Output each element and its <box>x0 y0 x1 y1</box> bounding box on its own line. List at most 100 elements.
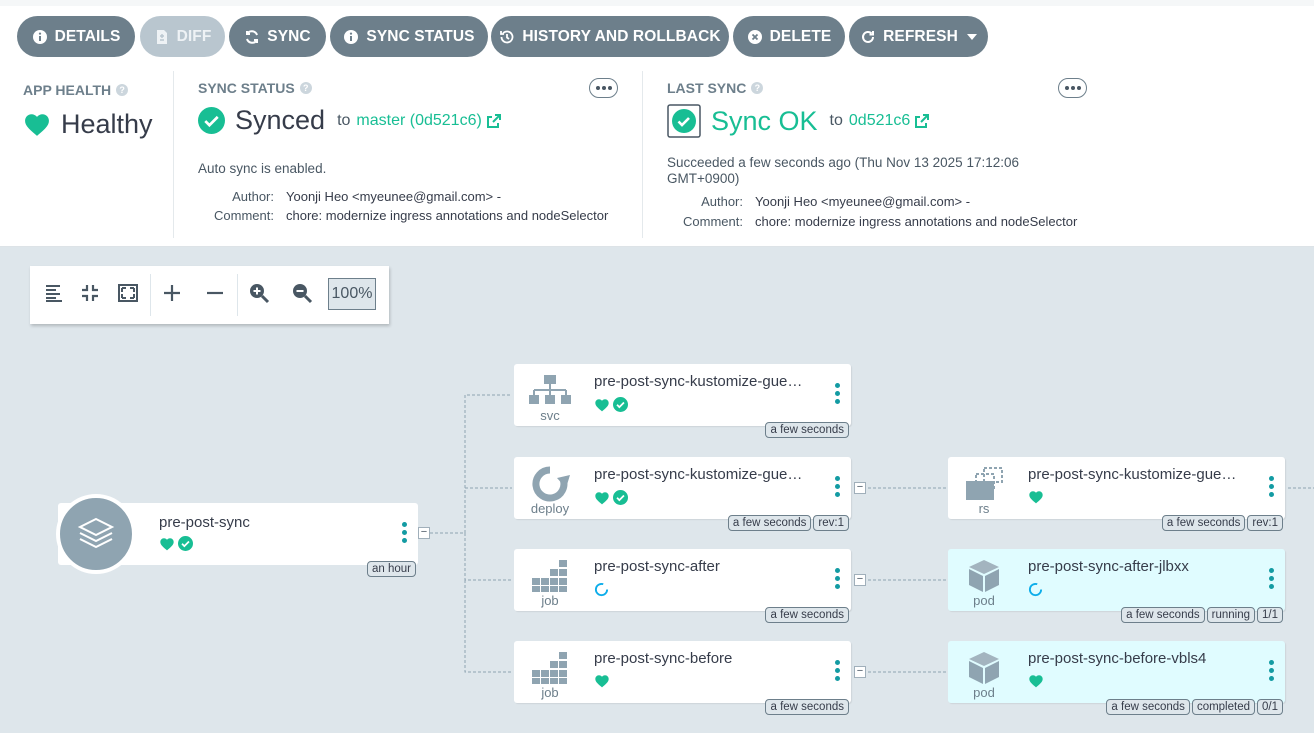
diff-button[interactable]: DIFF <box>140 16 225 57</box>
node-tags: an hour <box>366 561 416 577</box>
node-tags: a few seconds <box>765 607 849 623</box>
node-icon: job <box>514 641 586 703</box>
revision-tag: rev:1 <box>813 515 849 531</box>
node-menu-icon[interactable] <box>1268 660 1274 681</box>
app-health-title: APP HEALTH ? <box>23 82 129 98</box>
node-icon: pod <box>948 641 1020 703</box>
node-menu-icon[interactable] <box>401 522 407 543</box>
resource-node-job-before[interactable]: job pre-post-sync-before a few seconds − <box>514 641 866 715</box>
sync-label: SYNC <box>267 27 311 45</box>
health-text: Healthy <box>61 109 153 139</box>
node-icon: svc <box>514 364 586 426</box>
check-circle-icon <box>198 107 225 134</box>
align-left-icon[interactable] <box>42 281 66 305</box>
age-tag: an hour <box>366 561 416 577</box>
node-icon: deploy <box>514 457 586 519</box>
help-icon[interactable]: ? <box>299 82 312 94</box>
state-tag: running <box>1206 607 1255 623</box>
help-icon[interactable]: ? <box>751 82 764 94</box>
node-menu-icon[interactable] <box>1268 568 1274 589</box>
node-menu-icon[interactable] <box>834 476 840 497</box>
collapse-icon[interactable]: − <box>854 666 866 678</box>
node-tags: a few seconds rev:1 <box>727 515 849 531</box>
file-diff-icon <box>156 29 167 44</box>
resource-node-pod-before[interactable]: pod pre-post-sync-before-vbls4 a few sec… <box>948 641 1285 715</box>
heart-icon <box>1029 675 1043 688</box>
help-icon[interactable]: ? <box>116 84 129 96</box>
node-tags: a few seconds <box>765 422 849 438</box>
sync-status-button[interactable]: SYNC STATUS <box>330 16 488 57</box>
comment-label: Comment: <box>214 208 274 223</box>
divider <box>642 71 643 238</box>
progressing-icon <box>594 582 609 597</box>
resource-node-pod-after[interactable]: pod pre-post-sync-after-jlbxx a few seco… <box>948 549 1285 623</box>
app-health-value: Healthy <box>23 109 153 140</box>
resource-node-rs[interactable]: rs pre-post-sync-kustomize-gue… a few se… <box>948 457 1285 531</box>
revision-link[interactable]: 0d521c6 <box>849 112 910 130</box>
collapse-icon[interactable]: − <box>854 574 866 586</box>
history-rollback-button[interactable]: HISTORY AND ROLLBACK <box>491 16 729 57</box>
refresh-label: REFRESH <box>883 27 958 45</box>
divider <box>173 71 174 238</box>
compress-icon[interactable] <box>78 281 102 305</box>
history-icon <box>500 30 514 43</box>
external-link-icon[interactable] <box>914 113 930 129</box>
job-grid-icon <box>532 652 567 684</box>
network-icon <box>529 375 571 404</box>
heart-icon <box>595 675 609 688</box>
author-label: Author: <box>232 189 274 204</box>
node-icon: pod <box>948 549 1020 611</box>
revision-link[interactable]: master (0d521c6) <box>356 112 481 130</box>
node-menu-icon[interactable] <box>834 660 840 681</box>
author-label: Author: <box>701 194 743 209</box>
node-name: pre-post-sync-kustomize-gue… <box>1028 466 1237 483</box>
layers-icon <box>77 517 115 549</box>
node-status <box>1028 582 1043 597</box>
age-tag: a few seconds <box>765 699 849 715</box>
app-icon <box>56 494 136 574</box>
details-label: DETAILS <box>54 27 121 45</box>
node-tags: a few seconds rev:1 <box>1161 515 1283 531</box>
expand-all-icon[interactable] <box>160 281 184 305</box>
fit-screen-icon[interactable] <box>116 281 140 305</box>
resource-node-deploy[interactable]: deploy pre-post-sync-kustomize-gue… a fe… <box>514 457 866 531</box>
zoom-in-icon[interactable] <box>247 281 271 305</box>
node-name: pre-post-sync-before <box>594 650 733 667</box>
age-tag: a few seconds <box>1121 607 1205 623</box>
heart-icon <box>595 491 609 504</box>
deploy-refresh-icon <box>532 466 570 502</box>
caret-down-icon[interactable] <box>966 33 977 40</box>
node-status <box>594 674 610 688</box>
progressing-icon <box>1028 582 1043 597</box>
node-icon: rs <box>948 457 1020 519</box>
age-tag: a few seconds <box>765 607 849 623</box>
node-menu-icon[interactable] <box>834 568 840 589</box>
zoom-level[interactable]: 100% <box>328 278 376 310</box>
node-kind: job <box>541 685 559 700</box>
sync-status-more-button[interactable] <box>589 78 618 98</box>
delete-button[interactable]: DELETE <box>733 16 845 57</box>
last-sync-more-button[interactable] <box>1058 78 1087 98</box>
check-circle-icon <box>178 536 193 551</box>
sync-ok-text: Sync OK <box>711 105 818 136</box>
collapse-all-icon[interactable] <box>203 281 227 305</box>
comment-value: chore: modernize ingress annotations and… <box>286 208 609 223</box>
app-toolbar: DETAILS DIFF SYNC SYNC STATUS HISTORY AN… <box>0 0 1314 67</box>
collapse-icon[interactable]: − <box>854 482 866 494</box>
zoom-out-icon[interactable] <box>290 281 314 305</box>
resource-node-svc[interactable]: svc pre-post-sync-kustomize-gue… a few s… <box>514 364 851 438</box>
node-menu-icon[interactable] <box>834 383 840 404</box>
details-button[interactable]: DETAILS <box>17 16 135 57</box>
sync-button[interactable]: SYNC <box>229 16 326 57</box>
resource-node-job-after[interactable]: job pre-post-sync-after a few seconds − <box>514 549 866 623</box>
last-author-row: Author: Yoonji Heo <myeunee@gmail.com> - <box>667 194 1095 209</box>
collapse-icon[interactable]: − <box>418 527 430 539</box>
separator <box>237 274 238 316</box>
node-menu-icon[interactable] <box>1268 476 1274 497</box>
external-link-icon[interactable] <box>486 113 502 129</box>
state-tag: completed <box>1191 699 1255 715</box>
delete-label: DELETE <box>769 27 832 45</box>
check-circle-icon <box>613 397 628 412</box>
synced-text: Synced <box>235 105 326 135</box>
refresh-button[interactable]: REFRESH <box>849 16 988 57</box>
